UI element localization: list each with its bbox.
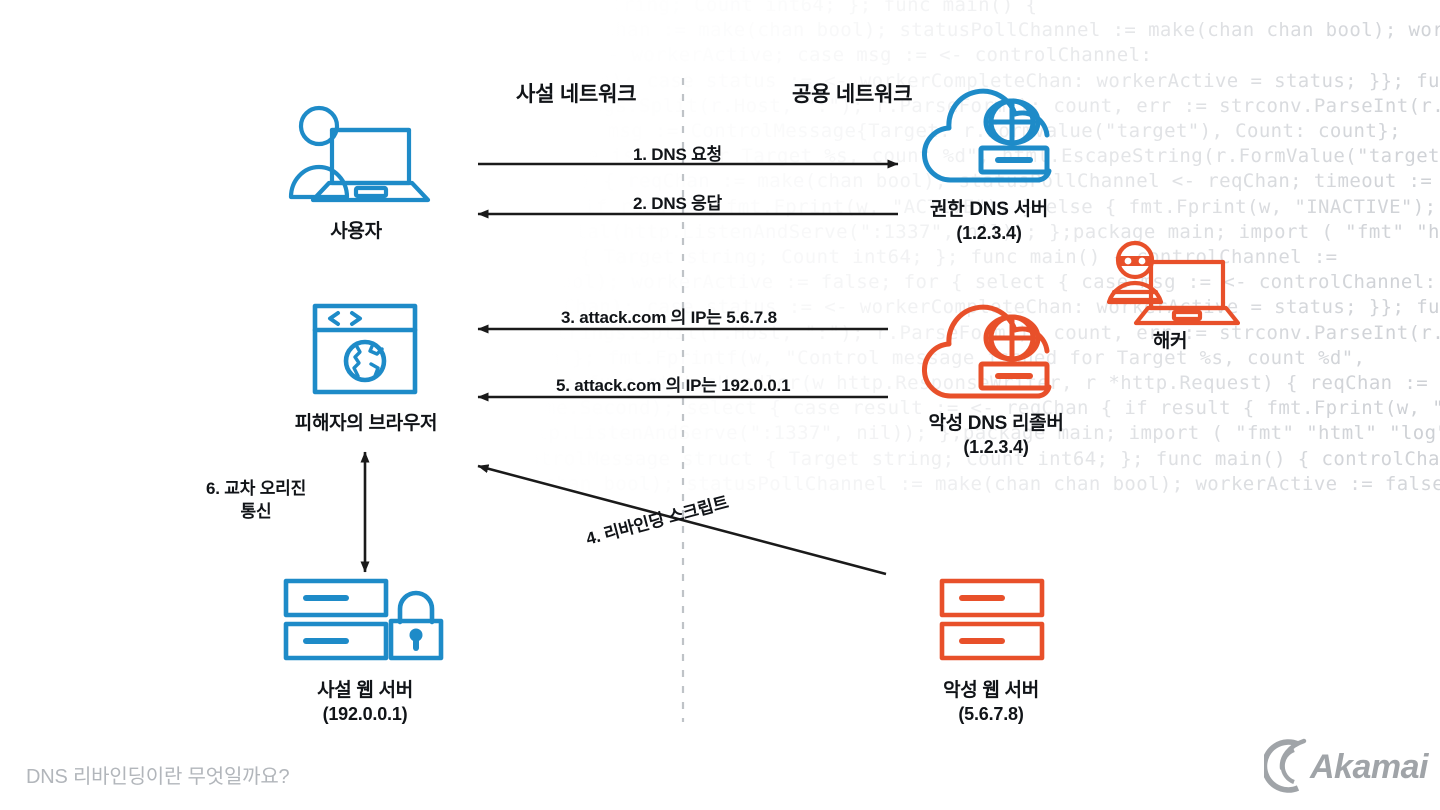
node-title-authoritative-dns: 권한 DNS 서버 xyxy=(930,199,1048,220)
node-label-malicious-dns-resolver: 악성 DNS 리졸버 (1.2.3.4) xyxy=(898,412,1094,459)
akamai-logo: Akamai xyxy=(1264,738,1430,794)
browser-window-globe-icon xyxy=(312,303,418,395)
zone-label-private-network: 사설 네트워크 xyxy=(516,83,637,106)
flow-label-6-line2: 통신 xyxy=(240,501,272,521)
flow-label-2-dns-response: 2. DNS 응답 xyxy=(633,194,722,213)
node-title-private-web-server: 사설 웹 서버 xyxy=(317,680,413,701)
flow-label-3-attack-ip-5678: 3. attack.com 의 IP는 5.6.7.8 xyxy=(561,308,777,327)
server-icon xyxy=(939,578,1045,661)
node-label-authoritative-dns: 권한 DNS 서버 (1.2.3.4) xyxy=(898,198,1080,245)
node-label-malicious-web-server: 악성 웹 서버 (5.6.7.8) xyxy=(898,679,1084,726)
node-label-private-web-server: 사설 웹 서버 (192.0.0.1) xyxy=(266,679,464,726)
node-ip-malicious-web-server: (5.6.7.8) xyxy=(958,704,1024,725)
server-lock-icon xyxy=(283,578,444,661)
cloud-globe-server-icon-authoritative xyxy=(922,88,1052,183)
node-ip-authoritative-dns: (1.2.3.4) xyxy=(956,223,1022,244)
user-laptop-icon xyxy=(288,105,431,203)
node-title-malicious-dns-resolver: 악성 DNS 리졸버 xyxy=(928,413,1064,434)
akamai-wordmark: Akamai xyxy=(1309,748,1430,786)
zone-label-public-network: 공용 네트워크 xyxy=(792,83,913,106)
flow-label-5-attack-ip-192001: 5. attack.com 의 IP는 192.0.0.1 xyxy=(556,376,791,395)
akamai-swoosh-icon xyxy=(1264,738,1307,793)
node-label-victim-browser: 피해자의 브라우저 xyxy=(294,413,438,434)
node-ip-malicious-dns-resolver: (1.2.3.4) xyxy=(963,437,1029,458)
hacker-laptop-icon xyxy=(1106,240,1240,326)
flow-label-6-line1: 6. 교차 오리진 xyxy=(205,479,307,498)
node-label-hacker: 해커 xyxy=(1152,331,1188,352)
node-title-malicious-web-server: 악성 웹 서버 xyxy=(943,680,1039,701)
node-label-user: 사용자 xyxy=(330,221,382,242)
diagram-vector-layer xyxy=(360,78,899,722)
flow-label-1-dns-request: 1. DNS 요청 xyxy=(633,145,722,164)
page-caption: DNS 리바인딩이란 무엇일까요? xyxy=(26,766,290,788)
flow-label-6-cross-origin-communication: 6. 교차 오리진 통신 xyxy=(181,478,331,524)
cloud-globe-server-icon-malicious xyxy=(922,304,1052,399)
diagram-canvas: change" "time" ); type ControlMessage st… xyxy=(0,0,1440,810)
node-ip-private-web-server: (192.0.0.1) xyxy=(322,704,408,725)
